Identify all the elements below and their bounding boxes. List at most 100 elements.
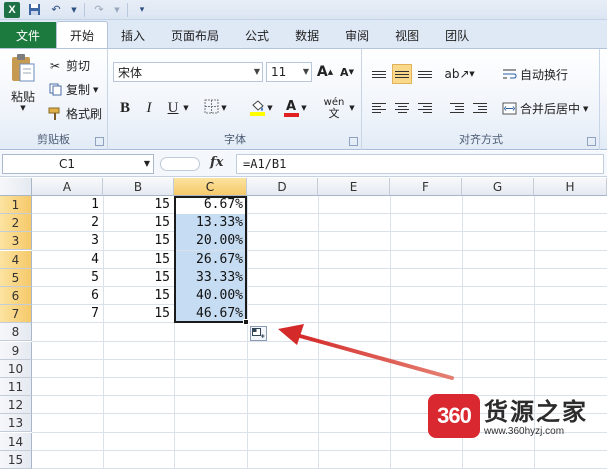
cell-b1[interactable]: 15 (103, 196, 173, 214)
dialog-launcher-icon[interactable] (587, 137, 596, 146)
formula-input[interactable]: =A1/B1 (236, 154, 604, 174)
row-header-7[interactable]: 7 (0, 305, 32, 324)
column-header-b[interactable]: B (103, 178, 174, 196)
row-header-4[interactable]: 4 (0, 250, 32, 269)
row-header-10[interactable]: 10 (0, 359, 32, 378)
column-header-c[interactable]: C (174, 178, 247, 196)
fill-handle[interactable] (243, 319, 249, 325)
font-color-dropdown[interactable]: ▼ (299, 98, 309, 118)
format-painter-button[interactable]: 格式刷 (47, 105, 102, 122)
row-header-13[interactable]: 13 (0, 414, 32, 433)
column-header-a[interactable]: A (32, 178, 103, 196)
cell-c3[interactable]: 20.00% (174, 232, 246, 251)
copy-button[interactable]: 复制 ▼ (47, 81, 98, 98)
name-box[interactable]: C1 ▼ (2, 154, 154, 174)
paste-button[interactable]: 粘贴 ▼ (6, 53, 40, 112)
row-header-9[interactable]: 9 (0, 341, 32, 360)
italic-button[interactable]: I (139, 98, 159, 118)
cell-b6[interactable]: 15 (103, 287, 173, 305)
column-header-f[interactable]: F (390, 178, 462, 196)
align-top-button[interactable] (369, 64, 389, 84)
cell-b7[interactable]: 15 (103, 305, 173, 323)
tab-data[interactable]: 数据 (282, 22, 332, 48)
tab-insert[interactable]: 插入 (108, 22, 158, 48)
redo-icon[interactable]: ↷ (91, 2, 107, 18)
font-name-select[interactable]: 宋体 ▼ (113, 62, 263, 82)
tab-page-layout[interactable]: 页面布局 (158, 22, 232, 48)
cell-c5[interactable]: 33.33% (174, 268, 246, 287)
cell-b3[interactable]: 15 (103, 232, 173, 250)
row-header-8[interactable]: 8 (0, 323, 32, 342)
phonetic-button[interactable]: wén 文 (321, 96, 347, 120)
shrink-font-button[interactable]: A ▼ (337, 62, 357, 82)
tab-view[interactable]: 视图 (382, 22, 432, 48)
cell-b5[interactable]: 15 (103, 269, 173, 287)
align-left-button[interactable] (369, 98, 389, 118)
fill-color-dropdown[interactable]: ▼ (265, 98, 275, 118)
align-middle-button[interactable] (392, 64, 412, 84)
orientation-dropdown[interactable]: ▼ (467, 64, 477, 84)
auto-fill-options-button[interactable] (250, 326, 267, 341)
row-header-2[interactable]: 2 (0, 214, 32, 233)
tab-formulas[interactable]: 公式 (232, 22, 282, 48)
tab-home[interactable]: 开始 (56, 21, 109, 48)
border-dropdown[interactable]: ▼ (219, 98, 229, 118)
save-icon[interactable] (26, 2, 42, 18)
row-header-5[interactable]: 5 (0, 268, 32, 287)
increase-indent-button[interactable] (470, 98, 490, 118)
formula-bar-splitter[interactable] (160, 157, 200, 171)
dialog-launcher-icon[interactable] (95, 137, 104, 146)
bold-button[interactable]: B (115, 98, 135, 118)
align-right-button[interactable] (415, 98, 435, 118)
phonetic-dropdown[interactable]: ▼ (347, 98, 357, 118)
cut-button[interactable]: ✂ 剪切 (47, 57, 90, 74)
tab-file[interactable]: 文件 (0, 22, 56, 48)
column-header-g[interactable]: G (462, 178, 534, 196)
cell-c7[interactable]: 46.67% (174, 305, 246, 324)
row-header-12[interactable]: 12 (0, 396, 32, 415)
column-header-d[interactable]: D (247, 178, 318, 196)
cell-a1[interactable]: 1 (32, 196, 102, 214)
row-header-1[interactable]: 1 (0, 196, 32, 214)
customize-qat-icon[interactable]: ▾ (134, 2, 150, 18)
row-header-6[interactable]: 6 (0, 287, 32, 305)
row-header-14[interactable]: 14 (0, 432, 32, 451)
tab-team[interactable]: 团队 (432, 22, 482, 48)
chevron-down-icon[interactable]: ▼ (70, 2, 78, 18)
cell-c6[interactable]: 40.00% (174, 287, 246, 305)
orientation-button[interactable]: ab↗ (444, 64, 469, 84)
font-color-button[interactable]: A (281, 98, 301, 118)
undo-icon[interactable]: ↶ (48, 2, 64, 18)
cell-a4[interactable]: 4 (32, 251, 102, 269)
cell-a6[interactable]: 6 (32, 287, 102, 305)
select-all-corner[interactable] (0, 178, 32, 196)
row-header-15[interactable]: 15 (0, 450, 32, 469)
merge-center-button[interactable]: 合并后居中 ▼ (501, 100, 588, 117)
column-header-h[interactable]: H (534, 178, 607, 196)
chevron-down-icon[interactable]: ▼ (113, 2, 121, 18)
cell-a5[interactable]: 5 (32, 269, 102, 287)
decrease-indent-button[interactable] (447, 98, 467, 118)
cell-b2[interactable]: 15 (103, 214, 173, 232)
insert-function-icon[interactable]: fx (210, 155, 223, 170)
wrap-text-button[interactable]: 自动换行 (501, 66, 568, 83)
tab-review[interactable]: 审阅 (332, 22, 382, 48)
cell-c2[interactable]: 13.33% (174, 214, 246, 233)
cell-a2[interactable]: 2 (32, 214, 102, 232)
cell-c1[interactable]: 6.67% (174, 196, 246, 214)
underline-button[interactable]: U (163, 98, 183, 118)
cell-a7[interactable]: 7 (32, 305, 102, 323)
column-header-e[interactable]: E (318, 178, 390, 196)
align-bottom-button[interactable] (415, 64, 435, 84)
row-header-3[interactable]: 3 (0, 232, 32, 251)
cell-a3[interactable]: 3 (32, 232, 102, 250)
row-header-11[interactable]: 11 (0, 378, 32, 396)
fill-color-button[interactable] (247, 98, 267, 118)
cell-b4[interactable]: 15 (103, 251, 173, 269)
cell-c4[interactable]: 26.67% (174, 250, 246, 269)
dialog-launcher-icon[interactable] (349, 137, 358, 146)
underline-dropdown[interactable]: ▼ (181, 98, 191, 118)
align-center-button[interactable] (392, 98, 412, 118)
font-size-select[interactable]: 11 ▼ (266, 62, 312, 82)
grow-font-button[interactable]: A ▲ (315, 62, 335, 82)
